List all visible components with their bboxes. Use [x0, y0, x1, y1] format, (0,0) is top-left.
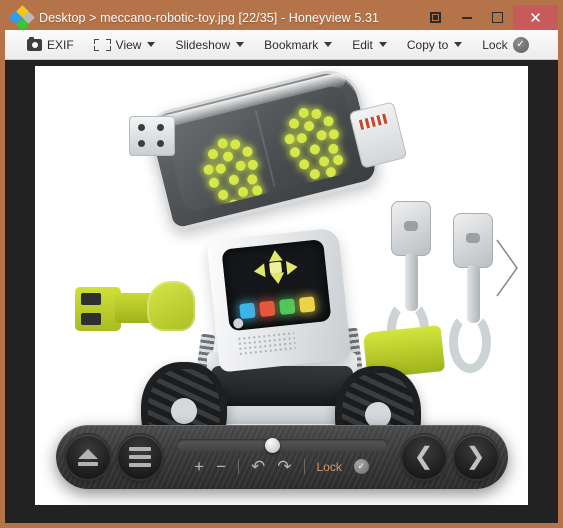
- dpad-left-icon: [253, 263, 266, 279]
- robot-held-block: [129, 116, 175, 156]
- restore-button[interactable]: [420, 5, 451, 30]
- toolbar-label-copy-to: Copy to: [406, 37, 449, 52]
- robot-button-blue: [239, 302, 256, 320]
- toolbar-label-bookmark: Bookmark: [264, 37, 319, 52]
- chevron-right-overlay-icon[interactable]: [490, 232, 522, 304]
- minimize-button[interactable]: [451, 5, 482, 30]
- app-icon: [9, 4, 35, 31]
- title-bar: Desktop > meccano-robotic-toy.jpg [22/35…: [5, 4, 558, 31]
- chevron-right-icon: ❯: [465, 443, 486, 470]
- chevron-down-icon: [236, 42, 245, 47]
- check-circle-icon[interactable]: ✓: [353, 459, 369, 474]
- dpad-down-icon: [270, 272, 286, 285]
- divider: [303, 459, 305, 474]
- toolbar-item-bookmark[interactable]: Bookmark: [254, 30, 342, 59]
- hamburger-menu-icon: [128, 447, 151, 467]
- toolbar-item-copy-to[interactable]: Copy to: [397, 30, 472, 59]
- robot-head: [143, 66, 382, 233]
- restore-window-icon: [430, 12, 441, 23]
- robot-torso: [206, 227, 352, 373]
- robot-color-buttons: [239, 296, 316, 320]
- toolbar-item-lock[interactable]: Lock ✓: [472, 30, 538, 59]
- toolbar-label-edit: Edit: [352, 37, 373, 52]
- image-viewer: + − ↶ ↷ Lock ✓ ❮ ❯: [5, 60, 558, 523]
- robot-servo-lower: [453, 213, 493, 268]
- robot-button-yellow: [298, 296, 316, 313]
- chevron-down-icon: [324, 42, 333, 47]
- menu-button[interactable]: [117, 435, 162, 479]
- robot-eye-right: [276, 100, 354, 187]
- robot-eye-left: [195, 130, 273, 213]
- chevron-down-icon: [147, 42, 156, 47]
- toolbar-item-slideshow[interactable]: Slideshow: [165, 30, 254, 59]
- robot-dpad: [252, 248, 299, 286]
- minimize-icon: [461, 16, 472, 19]
- control-bar-actions: + − ↶ ↷ Lock ✓: [176, 458, 388, 475]
- toolbar-label-lock: Lock: [482, 37, 508, 52]
- toolbar-item-exif[interactable]: EXIF: [17, 30, 84, 59]
- eject-icon: [77, 448, 98, 466]
- robot-servo-upper: [391, 201, 431, 256]
- main-toolbar: EXIF View Slideshow Bookmark Edit Copy t…: [5, 30, 558, 60]
- zoom-slider[interactable]: [175, 438, 388, 453]
- robot-button-red: [259, 300, 276, 318]
- robot-face-visor: [164, 83, 364, 214]
- dpad-right-icon: [285, 259, 299, 275]
- crop-frame-icon: [93, 38, 111, 51]
- chevron-down-icon: [454, 42, 463, 47]
- robot-arm-left: [75, 281, 195, 335]
- window-controls: ✕: [420, 5, 558, 30]
- divider: [238, 459, 239, 474]
- maximize-button[interactable]: [482, 5, 513, 30]
- camera-icon: [27, 36, 42, 51]
- rotate-counterclockwise-icon[interactable]: ↶: [251, 458, 265, 475]
- robot-button-green: [279, 298, 296, 315]
- toolbar-label-exif: EXIF: [47, 37, 74, 52]
- chevron-down-icon: [378, 42, 387, 47]
- maximize-icon: [492, 12, 503, 23]
- robot-axle: [211, 366, 353, 406]
- honeyview-window: Desktop > meccano-robotic-toy.jpg [22/35…: [0, 0, 563, 528]
- viewer-control-bar: + − ↶ ↷ Lock ✓ ❮ ❯: [56, 425, 508, 489]
- image-canvas[interactable]: + − ↶ ↷ Lock ✓ ❮ ❯: [35, 66, 528, 505]
- robot-claw-2: [449, 311, 491, 373]
- dpad-up-icon: [267, 249, 283, 262]
- previous-image-button[interactable]: ❮: [401, 435, 446, 479]
- chevron-left-icon: ❮: [413, 443, 434, 470]
- control-bar-center: + − ↶ ↷ Lock ✓: [162, 425, 402, 489]
- zoom-out-button[interactable]: −: [216, 458, 226, 475]
- lock-label[interactable]: Lock: [317, 460, 342, 474]
- toolbar-item-view[interactable]: View: [84, 30, 166, 59]
- robot-speaker-grille: [236, 330, 297, 357]
- zoom-slider-knob[interactable]: [264, 438, 280, 453]
- toolbar-item-edit[interactable]: Edit: [342, 30, 397, 59]
- close-icon: ✕: [529, 9, 542, 27]
- dpad-center-icon: [269, 261, 283, 274]
- zoom-in-button[interactable]: +: [194, 458, 204, 475]
- window-title: Desktop > meccano-robotic-toy.jpg [22/35…: [39, 10, 380, 25]
- close-button[interactable]: ✕: [513, 5, 558, 30]
- toolbar-label-view: View: [115, 37, 142, 52]
- robot-left-arm-hub: [147, 281, 195, 331]
- eject-button[interactable]: [65, 435, 110, 479]
- next-image-button[interactable]: ❯: [453, 435, 498, 479]
- toolbar-label-slideshow: Slideshow: [175, 37, 231, 52]
- rotate-clockwise-icon[interactable]: ↷: [277, 458, 291, 475]
- check-circle-icon: ✓: [512, 36, 529, 53]
